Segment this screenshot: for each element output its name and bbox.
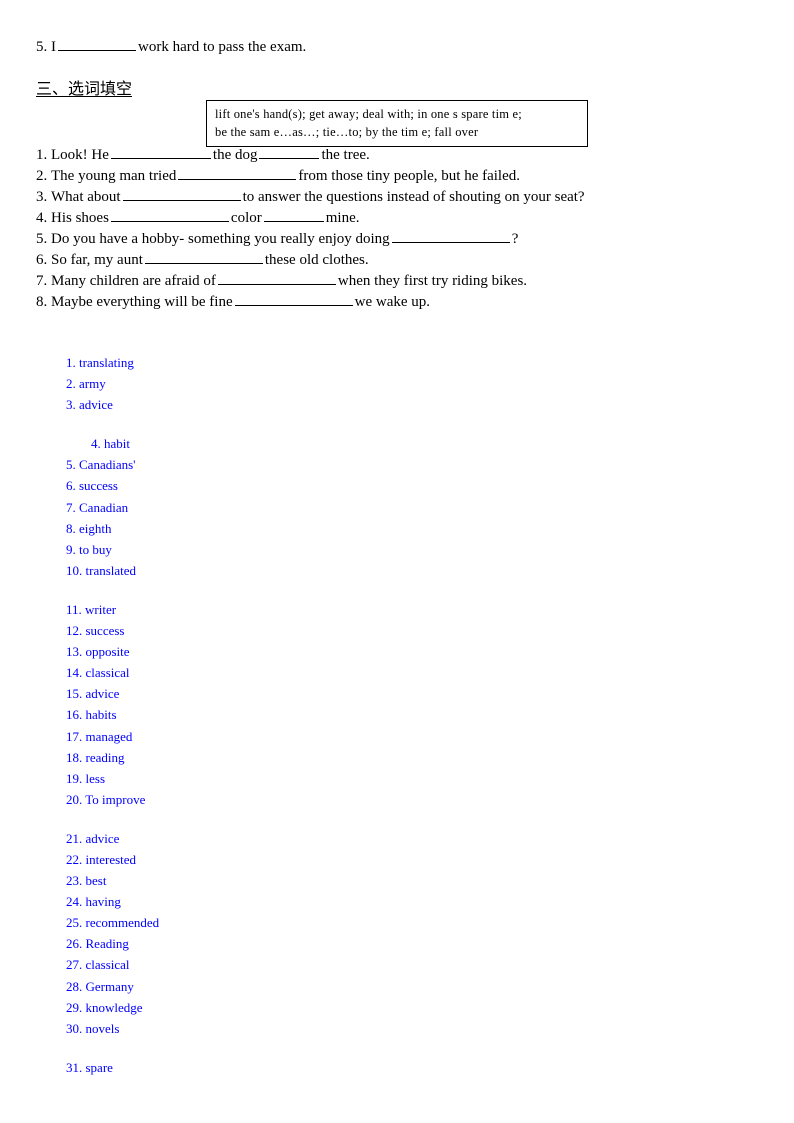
question-3-blank-1 (122, 187, 241, 201)
question-8: 8. Maybe everything will be fine we wake … (36, 292, 776, 313)
answer-item: 7. Canadian (66, 499, 129, 515)
question-6-text-b: these old clothes. (264, 252, 369, 268)
answer-item: 13. opposite (66, 644, 130, 660)
question-5-number: 5. (36, 231, 48, 247)
question-1-blank-2 (259, 145, 320, 159)
answer-item: 31. spare (66, 1059, 113, 1075)
answer-group-gap (66, 810, 466, 828)
answer-item: 11. writer (66, 601, 117, 617)
answer-item: 8. eighth (66, 520, 112, 536)
question-1-text-b: the dog (212, 147, 258, 163)
answer-key-list: 1. translating 2. army 3. advice 4. habit 5.… (66, 352, 466, 1078)
carry-over-sentence: 5. I work hard to pass the exam. (36, 37, 306, 57)
question-8-blank-1 (234, 292, 353, 306)
answer-group-gap (66, 1039, 466, 1057)
answer-item: 18. reading (66, 749, 125, 765)
answer-item: 20. To improve (66, 791, 146, 807)
question-8-text-a: Maybe everything will be fine (51, 294, 233, 310)
question-4: 4. His shoes color mine. (36, 208, 776, 229)
word-bank-line-1: lift one's hand(s); get away; deal with;… (215, 107, 522, 121)
answer-item: 12. success (66, 623, 125, 639)
question-7-text-b: when they first try riding bikes. (337, 273, 528, 289)
question-4-text-c: mine. (325, 210, 360, 226)
answer-item: 3. advice (66, 397, 113, 413)
question-1-text-a: Look! He (51, 147, 109, 163)
worksheet-page: 5. I work hard to pass the exam. 三、选词填空 l… (0, 0, 794, 1123)
question-8-number: 8. (36, 294, 48, 310)
question-4-number: 4. (36, 210, 48, 226)
answer-item: 1. translating (66, 355, 134, 370)
question-5: 5. Do you have a hobby- something you re… (36, 229, 776, 250)
question-1-text-c: the tree. (321, 147, 370, 163)
answer-item: 17. managed (66, 728, 133, 744)
answer-item: 10. translated (66, 562, 137, 578)
question-4-text-b: color (230, 210, 262, 226)
answer-item: 26. Reading (66, 936, 129, 952)
answer-item: 25. recommended (66, 915, 160, 931)
word-bank-line-2: be the sam e…as…; tie…to; by the tim e; … (215, 125, 479, 139)
answer-item: 22. interested (66, 851, 137, 867)
question-3-text-b: to answer the questions instead of shout… (242, 189, 585, 205)
question-5-blank-1 (391, 229, 510, 243)
answer-item: 29. knowledge (66, 999, 143, 1015)
answer-item: 9. to buy (66, 541, 112, 557)
answer-item: 16. habits (66, 707, 117, 723)
question-4-text-a: His shoes (51, 210, 109, 226)
word-bank-box: lift one's hand(s); get away; deal with;… (206, 100, 588, 147)
question-2-text-b: from those tiny people, but he failed. (298, 168, 520, 184)
question-7: 7. Many children are afraid of when they … (36, 271, 776, 292)
answer-item: 14. classical (66, 665, 130, 681)
answer-item: 27. classical (66, 957, 130, 973)
question-list: 1. Look! He the dog the tree. 2. The young… (36, 145, 776, 313)
question-6-blank-1 (144, 250, 263, 264)
answer-group-gap (66, 415, 466, 433)
question-3: 3. What about to answer the questions ins… (36, 187, 776, 208)
question-3-number: 3. (36, 189, 48, 205)
question-7-blank-1 (217, 271, 336, 285)
question-7-text-a: Many children are afraid of (51, 273, 216, 289)
question-3-text-a: What about (51, 189, 121, 205)
question-5-text-b: ? (511, 231, 519, 247)
section-heading: 三、选词填空 (36, 79, 133, 98)
question-1-blank-1 (110, 145, 211, 159)
carry-over-blank (58, 37, 136, 51)
answer-item: 15. advice (66, 686, 120, 702)
answer-item: 4. habit (91, 436, 130, 452)
answer-group-gap (66, 581, 466, 599)
question-6: 6. So far, my aunt these old clothes. (36, 250, 776, 271)
question-4-blank-2 (263, 208, 324, 222)
question-6-text-a: So far, my aunt (51, 252, 143, 268)
question-4-blank-1 (110, 208, 229, 222)
carry-over-suffix: work hard to pass the exam. (138, 39, 307, 55)
answer-item: 19. less (66, 770, 105, 786)
answer-item: 30. novels (66, 1020, 120, 1036)
answer-item: 21. advice (66, 830, 120, 846)
question-2: 2. The young man tried from those tiny pe… (36, 166, 776, 187)
question-8-text-b: we wake up. (354, 294, 431, 310)
question-2-number: 2. (36, 168, 48, 184)
question-5-text-a: Do you have a hobby- something you reall… (51, 231, 390, 247)
answer-item: 2. army (66, 376, 106, 392)
question-1: 1. Look! He the dog the tree. (36, 145, 776, 166)
answer-item: 23. best (66, 873, 107, 889)
answer-item: 5. Canadians' (66, 457, 136, 473)
question-1-number: 1. (36, 147, 48, 163)
question-2-text-a: The young man tried (51, 168, 177, 184)
question-6-number: 6. (36, 252, 48, 268)
question-7-number: 7. (36, 273, 48, 289)
answer-item: 6. success (66, 478, 118, 494)
answer-item: 24. having (66, 894, 121, 910)
question-2-blank-1 (178, 166, 297, 180)
answer-item: 28. Germany (66, 978, 134, 994)
carry-over-prefix: 5. I (36, 39, 56, 55)
